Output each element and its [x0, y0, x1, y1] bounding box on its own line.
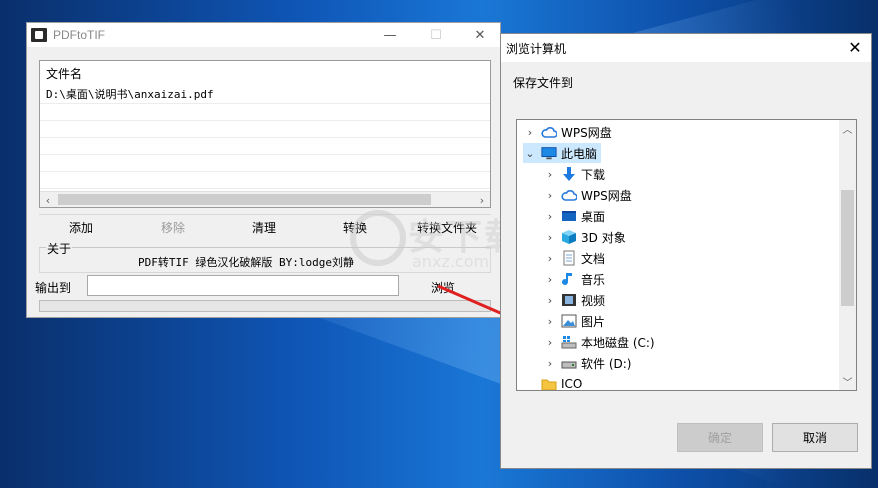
- file-list[interactable]: 文件名 D:\桌面\说明书\anxaizai.pdf ‹ ›: [39, 60, 491, 208]
- tree-item[interactable]: › 音乐: [543, 269, 609, 289]
- dialog-prompt: 保存文件到: [513, 76, 574, 90]
- tree-item-label: 此电脑: [561, 146, 598, 161]
- cloud-icon: [541, 124, 557, 140]
- scrollbar-thumb[interactable]: [58, 194, 431, 205]
- folder-tree[interactable]: › WPS网盘 ⌄ 此电脑 › 下载 › WPS网盘 › 桌面 › 3D 对象 › 文档 › 音乐 › 视频 › 图片…: [516, 119, 857, 391]
- tree-item-label: 3D 对象: [581, 230, 626, 245]
- scroll-down-icon[interactable]: ﹀: [839, 373, 856, 390]
- chevron-right-icon[interactable]: ›: [543, 273, 557, 286]
- computer-icon: [541, 145, 557, 161]
- tree-item[interactable]: › WPS网盘: [543, 185, 636, 205]
- about-label: 关于: [46, 240, 73, 257]
- minimize-button[interactable]: —: [367, 23, 413, 47]
- tree-item[interactable]: › 本地磁盘 (C:): [543, 332, 659, 352]
- folder-icon: [541, 376, 557, 390]
- vertical-scrollbar[interactable]: ︿ ﹀: [839, 120, 856, 390]
- chevron-right-icon[interactable]: ›: [543, 336, 557, 349]
- window-title: PDFtoTIF: [53, 28, 106, 42]
- chevron-right-icon[interactable]: ›: [543, 168, 557, 181]
- output-label: 输出到: [35, 281, 72, 295]
- title-bar[interactable]: PDFtoTIF — ☐ ✕: [27, 23, 500, 47]
- tree-item-label: 视频: [581, 293, 606, 308]
- chevron-down-icon[interactable]: ⌄: [523, 147, 537, 160]
- download-icon: [561, 166, 577, 182]
- document-icon: [561, 250, 577, 266]
- row-divider: [40, 120, 490, 121]
- row-divider: [40, 171, 490, 172]
- chevron-right-icon[interactable]: ›: [543, 315, 557, 328]
- cloud-icon: [561, 187, 577, 203]
- chevron-right-icon[interactable]: ›: [543, 357, 557, 370]
- chevron-right-icon[interactable]: ›: [543, 252, 557, 265]
- watermark-shield-icon: [350, 210, 406, 266]
- drive-icon: [561, 355, 577, 371]
- tree-item[interactable]: › 3D 对象: [543, 227, 630, 247]
- file-list-header: 文件名: [46, 67, 83, 81]
- scroll-left-icon[interactable]: ‹: [40, 192, 56, 208]
- scrollbar-thumb[interactable]: [841, 190, 854, 306]
- dialog-title: 浏览计算机: [506, 41, 567, 56]
- tree-item[interactable]: › 桌面: [543, 206, 609, 226]
- tree-item[interactable]: ICO: [523, 374, 586, 391]
- tree-item-label: 图片: [581, 314, 606, 329]
- chevron-right-icon[interactable]: ›: [543, 294, 557, 307]
- desktop-icon: [561, 208, 577, 224]
- browse-folder-dialog: 浏览计算机 ✕ 保存文件到 › WPS网盘 ⌄ 此电脑 › 下载 › WPS网盘 › 桌面 › 3D …: [500, 33, 872, 469]
- cancel-button[interactable]: 取消: [772, 423, 858, 452]
- tree-item-label: 软件 (D:): [581, 356, 632, 371]
- tree-item[interactable]: › 下载: [543, 164, 609, 184]
- row-divider: [40, 188, 490, 189]
- add-button[interactable]: 添加: [69, 219, 93, 236]
- tree-item[interactable]: › 软件 (D:): [543, 353, 635, 373]
- tree-item-label: 本地磁盘 (C:): [581, 335, 655, 350]
- row-divider: [40, 103, 490, 104]
- dialog-title-bar[interactable]: 浏览计算机 ✕: [501, 34, 871, 62]
- tree-item[interactable]: › WPS网盘: [523, 122, 616, 142]
- tree-item-label: 桌面: [581, 209, 606, 224]
- system-drive-icon: [561, 334, 577, 350]
- 3d-objects-icon: [561, 229, 577, 245]
- chevron-right-icon[interactable]: ›: [523, 126, 537, 139]
- tree-item[interactable]: › 视频: [543, 290, 609, 310]
- chevron-right-icon[interactable]: ›: [543, 189, 557, 202]
- dialog-close-button[interactable]: ✕: [845, 37, 865, 57]
- file-list-row[interactable]: D:\桌面\说明书\anxaizai.pdf: [46, 86, 214, 102]
- horizontal-scrollbar[interactable]: ‹ ›: [40, 191, 490, 207]
- tree-item-label: 音乐: [581, 272, 606, 287]
- tree-item[interactable]: › 图片: [543, 311, 609, 331]
- ok-button[interactable]: 确定: [677, 423, 763, 452]
- tree-item[interactable]: › 文档: [543, 248, 609, 268]
- tree-item-label: ICO: [561, 377, 583, 391]
- row-divider: [40, 137, 490, 138]
- tree-item[interactable]: ⌄ 此电脑: [523, 143, 602, 163]
- row-divider: [40, 154, 490, 155]
- video-icon: [561, 292, 577, 308]
- close-button[interactable]: ✕: [457, 23, 503, 47]
- output-path-input[interactable]: [87, 275, 399, 296]
- scroll-up-icon[interactable]: ︿: [839, 120, 856, 137]
- tree-item-label: WPS网盘: [581, 188, 632, 203]
- chevron-right-icon[interactable]: ›: [543, 210, 557, 223]
- picture-icon: [561, 313, 577, 329]
- tree-item-label: WPS网盘: [561, 125, 612, 140]
- clear-button[interactable]: 清理: [252, 219, 276, 236]
- maximize-button: ☐: [430, 27, 442, 43]
- app-logo-icon: [31, 28, 47, 42]
- music-icon: [561, 271, 577, 287]
- credit-text: PDF转TIF 绿色汉化破解版 BY:lodge刘静: [138, 256, 354, 269]
- watermark-url: anxz.com: [412, 252, 490, 271]
- progress-bar: [39, 300, 491, 312]
- chevron-right-icon[interactable]: ›: [543, 231, 557, 244]
- remove-button[interactable]: 移除: [161, 219, 185, 236]
- tree-item-label: 下载: [581, 167, 606, 182]
- tree-item-label: 文档: [581, 251, 606, 266]
